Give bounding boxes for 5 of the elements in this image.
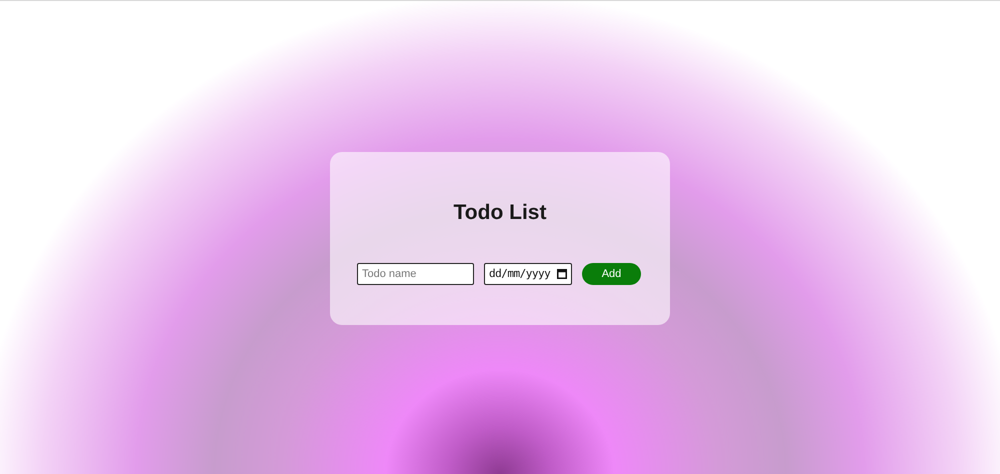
calendar-icon [557, 269, 567, 279]
todo-name-field[interactable]: Todo name [357, 263, 474, 285]
date-field[interactable]: dd/mm/yyyy [484, 263, 572, 285]
add-button[interactable]: Add [582, 263, 641, 285]
card-title: Todo List [454, 201, 546, 225]
